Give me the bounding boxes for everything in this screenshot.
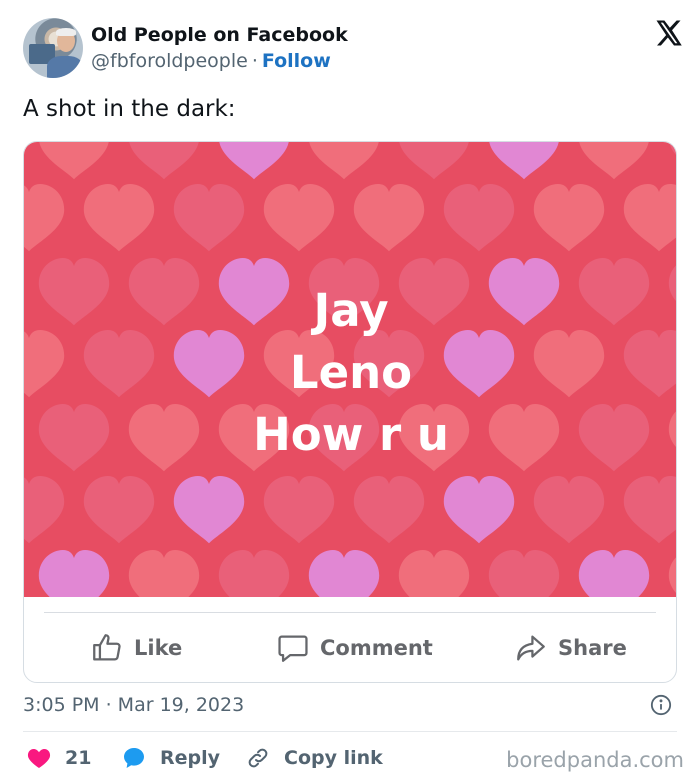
- pattern-heart: [83, 184, 155, 252]
- follow-button[interactable]: Follow: [262, 50, 331, 72]
- share-action-button[interactable]: Share: [514, 630, 627, 666]
- tweet-text: A shot in the dark:: [23, 96, 236, 122]
- copy-link-label: Copy link: [284, 747, 383, 769]
- comment-action-label: Comment: [320, 636, 433, 660]
- pattern-heart: [173, 184, 245, 252]
- pattern-heart: [443, 476, 515, 544]
- comment-icon: [278, 635, 308, 662]
- pattern-heart: [443, 184, 515, 252]
- pattern-heart: [623, 183, 676, 252]
- reply-label: Reply: [160, 747, 221, 769]
- handle-row: @fbforoldpeople · Follow: [91, 50, 331, 72]
- x-logo-icon[interactable]: [653, 18, 683, 48]
- pattern-heart: [488, 549, 560, 597]
- info-icon[interactable]: [650, 694, 672, 716]
- tweet-timestamp[interactable]: 3:05 PM · Mar 19, 2023: [23, 694, 244, 716]
- share-action-label: Share: [558, 636, 627, 660]
- pattern-heart: [24, 475, 65, 544]
- reply-button[interactable]: Reply: [122, 744, 220, 772]
- share-arrow-icon: [517, 635, 545, 661]
- pattern-heart: [173, 476, 245, 544]
- pattern-heart: [24, 183, 65, 252]
- post-line-2: Leno: [289, 346, 413, 399]
- facebook-post-card[interactable]: Jay Leno How r u Like Comment Share: [23, 141, 677, 683]
- pattern-heart: [38, 549, 110, 597]
- like-count: 21: [65, 747, 92, 769]
- avatar-hair: [56, 28, 76, 36]
- copy-link-button[interactable]: Copy link: [246, 744, 383, 772]
- like-action-label: Like: [134, 636, 183, 660]
- reply-bubble-icon: [124, 748, 144, 768]
- pattern-heart: [398, 549, 470, 597]
- pattern-heart: [218, 549, 290, 597]
- like-action-button[interactable]: Like: [90, 630, 182, 666]
- pattern-heart: [533, 184, 605, 252]
- comment-action-button[interactable]: Comment: [276, 630, 433, 666]
- pattern-heart: [263, 184, 335, 252]
- pattern-heart: [353, 476, 425, 544]
- pattern-heart: [668, 557, 676, 593]
- post-image: Jay Leno How r u: [24, 142, 676, 597]
- watermark: boredpanda.com: [506, 748, 684, 772]
- post-actions-divider: [44, 612, 656, 613]
- pattern-heart: [533, 476, 605, 544]
- thumbs-up-icon: [93, 634, 121, 661]
- account-name[interactable]: Old People on Facebook: [91, 24, 348, 46]
- account-handle[interactable]: @fbforoldpeople: [91, 50, 248, 72]
- tweet-header: Old People on Facebook @fbforoldpeople · F…: [23, 18, 683, 78]
- pattern-heart: [669, 142, 676, 155]
- post-line-1: Jay: [313, 284, 389, 337]
- pattern-heart: [129, 142, 199, 180]
- pattern-heart: [219, 142, 289, 180]
- pattern-heart: [579, 142, 649, 180]
- pattern-heart: [623, 475, 676, 544]
- pattern-heart: [309, 142, 379, 180]
- link-icon: [248, 748, 268, 768]
- pattern-heart: [399, 142, 469, 180]
- pattern-heart: [353, 184, 425, 252]
- like-button[interactable]: 21: [27, 744, 91, 772]
- pattern-heart: [39, 142, 109, 180]
- heart-icon: [27, 749, 51, 768]
- footer-divider: [23, 731, 677, 732]
- avatar[interactable]: [23, 18, 83, 78]
- pattern-heart: [83, 476, 155, 544]
- pattern-heart: [263, 476, 335, 544]
- separator-dot: ·: [251, 50, 258, 72]
- post-text: Jay Leno How r u: [24, 280, 676, 466]
- pattern-heart: [578, 549, 650, 597]
- avatar-shirt: [47, 56, 83, 78]
- pattern-heart: [489, 142, 559, 180]
- post-line-3: How r u: [253, 408, 449, 461]
- pattern-heart: [308, 549, 380, 597]
- pattern-heart: [128, 549, 200, 597]
